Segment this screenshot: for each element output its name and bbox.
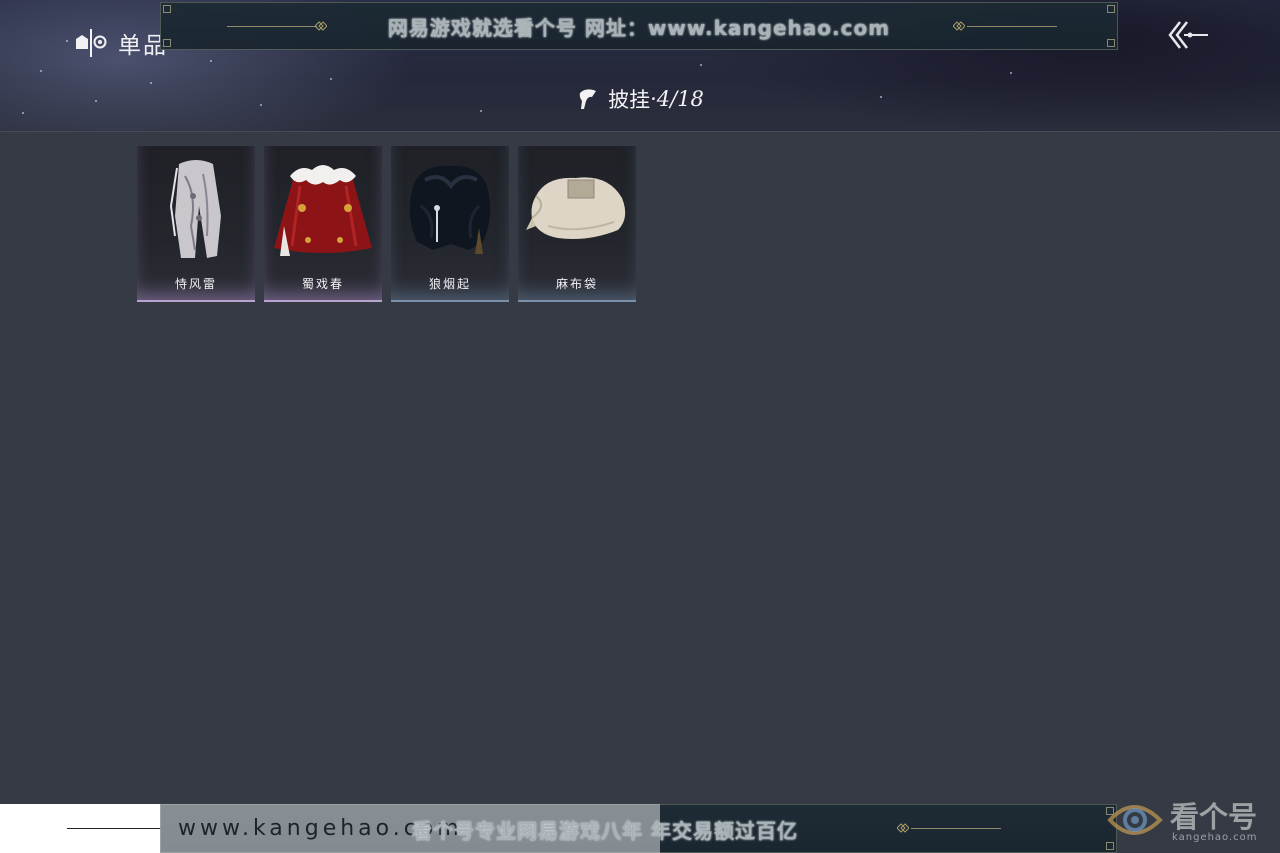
cape-category-icon	[579, 89, 597, 109]
ornament-icon	[953, 21, 965, 31]
red-fur-cape-icon	[274, 165, 372, 256]
item-name: 麻布袋	[555, 277, 598, 291]
bottom-divider	[67, 828, 167, 829]
item-card[interactable]: 麻布袋	[518, 146, 636, 302]
item-card[interactable]: 恃风雷	[137, 146, 255, 302]
watermark-bottom-slogan: 看个号专业网易游戏八年 年交易额过百亿	[412, 819, 798, 843]
item-name: 恃风雷	[174, 277, 217, 291]
section-heading: 单品	[74, 26, 168, 60]
ornament-icon	[315, 21, 327, 31]
item-grid: 恃风雷 蜀戏春 狼烟起 麻布袋	[137, 146, 636, 302]
category-count: ·4/18	[650, 87, 704, 111]
items-logo-icon	[76, 29, 107, 57]
cloth-sack-icon	[526, 177, 626, 239]
grey-robe-icon	[169, 160, 221, 258]
item-name: 蜀戏春	[301, 277, 344, 291]
brand-watermark: 看个号 kangehao.com	[1104, 790, 1280, 853]
ornament-icon	[897, 823, 909, 833]
watermark-banner-top: 网易游戏就选看个号 网址：www.kangehao.com	[160, 2, 1118, 50]
black-fur-cape-icon	[409, 165, 491, 254]
eye-logo-icon	[1107, 805, 1163, 835]
back-arrow-icon[interactable]	[1166, 18, 1212, 52]
category-header: 披挂 ·4/18	[0, 84, 1280, 114]
item-card[interactable]: 狼烟起	[391, 146, 509, 302]
brand-url: kangehao.com	[1172, 832, 1258, 843]
item-card[interactable]: 蜀戏春	[264, 146, 382, 302]
item-name: 狼烟起	[428, 277, 471, 291]
category-label: 披挂	[608, 88, 651, 112]
brand-name: 看个号	[1170, 800, 1258, 834]
watermark-top-text: 网易游戏就选看个号 网址：www.kangehao.com	[387, 15, 891, 40]
